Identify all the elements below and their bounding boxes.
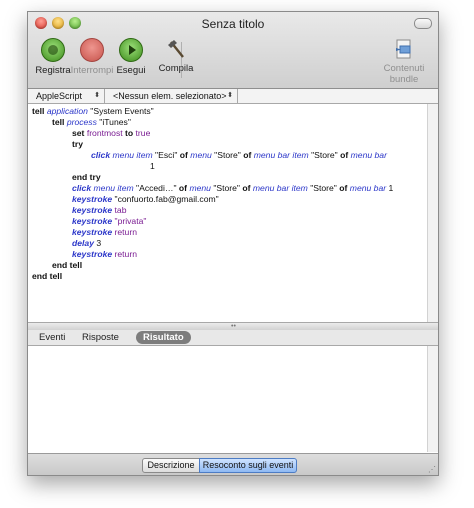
editor-vertical-scrollbar[interactable]: [427, 104, 438, 322]
record-button[interactable]: Registra: [32, 38, 74, 76]
bundle-label: Contenuti bundle: [383, 63, 425, 85]
selector-bar: AppleScript ⬍ <Nessun elem. selezionato>…: [28, 89, 438, 104]
stop-label: Interrompi: [70, 65, 114, 76]
window-title: Senza titolo: [201, 17, 265, 31]
tab-replies[interactable]: Risposte: [82, 331, 119, 344]
code-line: keystroke tab: [72, 205, 127, 215]
run-icon: [119, 38, 143, 62]
code-line: keystroke "privata": [72, 216, 147, 226]
code-line: tell process "iTunes": [52, 117, 131, 127]
script-editor-window: Senza titolo Registra Interrompi Esegui …: [27, 11, 439, 476]
code-line: keystroke return: [72, 249, 137, 259]
code-line: keystroke "confuorto.fab@gmail.com": [72, 194, 219, 204]
run-button[interactable]: Esegui: [114, 38, 148, 76]
stop-button[interactable]: Interrompi: [70, 38, 114, 76]
result-vertical-scrollbar[interactable]: [427, 346, 438, 452]
tab-events[interactable]: Eventi: [39, 331, 65, 344]
bottom-bar: Descrizione Resoconto sugli eventi ⋰: [28, 453, 438, 475]
hammer-icon: [165, 38, 187, 60]
code-line: try: [72, 139, 83, 149]
record-icon: [41, 38, 65, 62]
code-line: set frontmost to true: [72, 128, 151, 138]
compile-label: Compila: [158, 63, 194, 74]
bundle-icon: [393, 38, 415, 60]
title-bar: Senza titolo Registra Interrompi Esegui …: [28, 12, 438, 89]
record-label: Registra: [35, 65, 71, 76]
result-tabs: Eventi Risposte Risultato: [28, 330, 438, 346]
element-value: <Nessun elem. selezionato>: [113, 91, 227, 101]
chevron-updown-icon: ⬍: [227, 92, 233, 99]
stop-icon: [80, 38, 104, 62]
bundle-contents-button[interactable]: Contenuti bundle: [370, 38, 438, 85]
event-log-button[interactable]: Resoconto sugli eventi: [199, 458, 297, 473]
code-line: click menu item "Accedi…" of menu "Store…: [72, 183, 394, 193]
code-line: click menu item "Esci" of menu "Store" o…: [91, 150, 387, 160]
description-button[interactable]: Descrizione: [142, 458, 200, 473]
run-label: Esegui: [116, 65, 146, 76]
resize-grip-icon[interactable]: ⋰: [428, 465, 436, 474]
element-select[interactable]: <Nessun elem. selezionato> ⬍: [105, 89, 238, 103]
code-line: end tell: [32, 271, 63, 281]
script-editor[interactable]: tell application "System Events" tell pr…: [28, 104, 438, 322]
code-line: tell application "System Events": [32, 106, 154, 116]
code-line: keystroke return: [72, 227, 137, 237]
language-value: AppleScript: [36, 91, 83, 101]
grip-icon: ••: [231, 323, 236, 330]
code-line: end try: [72, 172, 101, 182]
result-pane[interactable]: [28, 346, 438, 452]
compile-button[interactable]: Compila: [156, 38, 196, 74]
language-select[interactable]: AppleScript ⬍: [28, 89, 105, 103]
code-line: 1: [150, 161, 155, 171]
code-line: delay 3: [72, 238, 102, 248]
chevron-updown-icon: ⬍: [94, 92, 100, 99]
code-line: end tell: [52, 260, 83, 270]
tab-result[interactable]: Risultato: [136, 331, 191, 344]
